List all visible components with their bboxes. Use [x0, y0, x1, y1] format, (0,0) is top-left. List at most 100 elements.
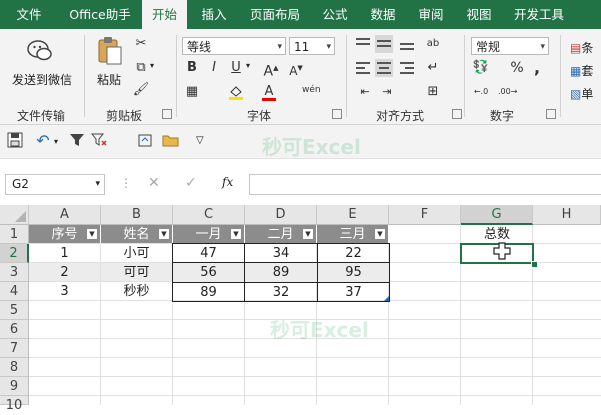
table-cell[interactable]: 2 [29, 263, 101, 282]
format-painter-icon[interactable]: 🖌 [132, 81, 150, 99]
confirm-entry-icon[interactable]: ✓ [185, 175, 197, 191]
select-all-corner[interactable] [0, 205, 29, 225]
filter-dropdown-icon[interactable]: ▼ [374, 228, 386, 240]
bold-button[interactable]: B [183, 59, 201, 77]
tab-office-helper[interactable]: Office助手 [58, 0, 142, 29]
number-format-select[interactable]: 常规 ▾ [471, 37, 549, 55]
conditional-format-button[interactable]: ▤条 [570, 39, 593, 56]
align-top-icon[interactable] [356, 37, 370, 51]
tab-developer[interactable]: 开发工具 [504, 0, 574, 29]
send-to-wechat-button[interactable]: 发送到微信 [7, 71, 77, 88]
row-header-7[interactable]: 7 [0, 339, 29, 358]
row-header-2[interactable]: 2 [0, 244, 29, 263]
table-cell[interactable]: 22 [317, 243, 390, 263]
filter-dropdown-icon[interactable]: ▼ [230, 228, 242, 240]
formula-input[interactable] [249, 174, 601, 195]
underline-button[interactable]: U [227, 59, 245, 77]
screenshot-icon[interactable] [136, 132, 154, 150]
border-icon[interactable]: ▦ [183, 83, 201, 101]
table-cell[interactable]: 可可 [101, 263, 173, 282]
paste-icon[interactable] [96, 35, 124, 67]
filter-dropdown-icon[interactable]: ▼ [302, 228, 314, 240]
table-header-cell[interactable]: 三月 ▼ [317, 225, 389, 244]
column-header-h[interactable]: H [533, 205, 601, 225]
copy-dropdown-icon[interactable]: ▾ [150, 61, 154, 70]
font-size-select[interactable]: 11 ▾ [289, 37, 335, 55]
table-cell[interactable]: 89 [244, 262, 318, 283]
row-header-9[interactable]: 9 [0, 377, 29, 396]
column-header-a[interactable]: A [29, 205, 101, 225]
font-grow-icon[interactable]: A▲ [262, 59, 280, 80]
table-cell[interactable]: 95 [317, 262, 390, 283]
name-box[interactable]: G2 ▾ [5, 174, 105, 195]
table-header-cell[interactable]: 二月 ▼ [245, 225, 317, 244]
tab-page-layout[interactable]: 页面布局 [240, 0, 310, 29]
orientation-icon[interactable]: ab [424, 35, 442, 53]
fill-color-icon[interactable] [227, 83, 245, 101]
comma-button[interactable]: , [528, 59, 546, 77]
row-header-1[interactable]: 1 [0, 225, 29, 244]
decrease-decimal-icon[interactable]: .00→ [498, 83, 517, 101]
tab-data[interactable]: 数据 [360, 0, 406, 29]
table-header-cell[interactable]: 一月 ▼ [173, 225, 245, 244]
filter-dropdown-icon[interactable]: ▼ [86, 228, 98, 240]
tab-insert[interactable]: 插入 [190, 0, 238, 29]
increase-indent-icon[interactable]: ⇥ [378, 83, 396, 101]
align-bottom-icon[interactable] [400, 37, 414, 51]
copy-icon[interactable]: ⧉ [132, 59, 150, 77]
format-as-table-button[interactable]: ▦套 [570, 62, 593, 79]
table-header-cell[interactable]: 姓名 ▼ [101, 225, 173, 244]
italic-button[interactable]: I [205, 59, 223, 77]
row-header-10[interactable]: 10 [0, 396, 29, 413]
align-center-icon[interactable] [375, 59, 393, 77]
percent-button[interactable]: % [508, 59, 526, 77]
align-middle-icon[interactable] [375, 35, 393, 53]
undo-icon[interactable]: ↶ [34, 132, 52, 150]
fill-handle[interactable] [531, 261, 538, 268]
merge-center-icon[interactable]: ⊞ [424, 83, 442, 101]
table-cell[interactable]: 47 [172, 243, 245, 263]
font-color-icon[interactable]: A [260, 83, 278, 101]
table-cell[interactable]: 秒秒 [101, 282, 173, 301]
insert-function-button[interactable]: fx [222, 175, 233, 189]
undo-dropdown-icon[interactable]: ▾ [54, 137, 58, 146]
font-shrink-icon[interactable]: A▼ [287, 59, 305, 78]
underline-dropdown-icon[interactable]: ▾ [246, 61, 250, 70]
paste-button[interactable]: 粘贴 [97, 71, 121, 88]
row-header-8[interactable]: 8 [0, 358, 29, 377]
clipboard-launcher-icon[interactable] [162, 109, 172, 119]
row-header-5[interactable]: 5 [0, 301, 29, 320]
save-icon[interactable] [6, 132, 24, 150]
wrap-text-icon[interactable]: ↵ [424, 59, 442, 77]
table-cell[interactable]: 37 [317, 282, 390, 302]
table-resize-handle[interactable] [384, 296, 389, 301]
table-cell[interactable]: 89 [172, 282, 245, 302]
cut-icon[interactable]: ✂ [132, 35, 150, 53]
row-header-3[interactable]: 3 [0, 263, 29, 282]
cell-styles-button[interactable]: ▧单 [570, 85, 593, 102]
column-header-f[interactable]: F [389, 205, 461, 225]
table-cell[interactable]: 小可 [101, 244, 173, 263]
tab-review[interactable]: 审阅 [408, 0, 454, 29]
row-header-4[interactable]: 4 [0, 282, 29, 301]
phonetic-guide-icon[interactable]: wén [302, 81, 321, 99]
table-cell[interactable]: 56 [172, 262, 245, 283]
currency-icon[interactable]: 💱 [472, 59, 490, 77]
cancel-entry-icon[interactable]: ✕ [148, 175, 160, 191]
table-cell[interactable]: 3 [29, 282, 101, 301]
table-header-cell[interactable]: 序号 ▼ [29, 225, 101, 244]
clear-filter-icon[interactable] [90, 132, 108, 150]
font-name-select[interactable]: 等线 ▾ [182, 37, 286, 55]
table-cell[interactable]: 34 [244, 243, 318, 263]
row-header-6[interactable]: 6 [0, 320, 29, 339]
align-left-icon[interactable] [356, 61, 370, 75]
column-header-c[interactable]: C [173, 205, 245, 225]
filter-dropdown-icon[interactable]: ▼ [158, 228, 170, 240]
align-right-icon[interactable] [400, 61, 414, 75]
column-header-d[interactable]: D [245, 205, 317, 225]
wechat-icon[interactable] [26, 37, 54, 65]
tab-view[interactable]: 视图 [456, 0, 502, 29]
increase-decimal-icon[interactable]: ←.0 [472, 83, 490, 101]
column-header-b[interactable]: B [101, 205, 173, 225]
decrease-indent-icon[interactable]: ⇤ [356, 83, 374, 101]
